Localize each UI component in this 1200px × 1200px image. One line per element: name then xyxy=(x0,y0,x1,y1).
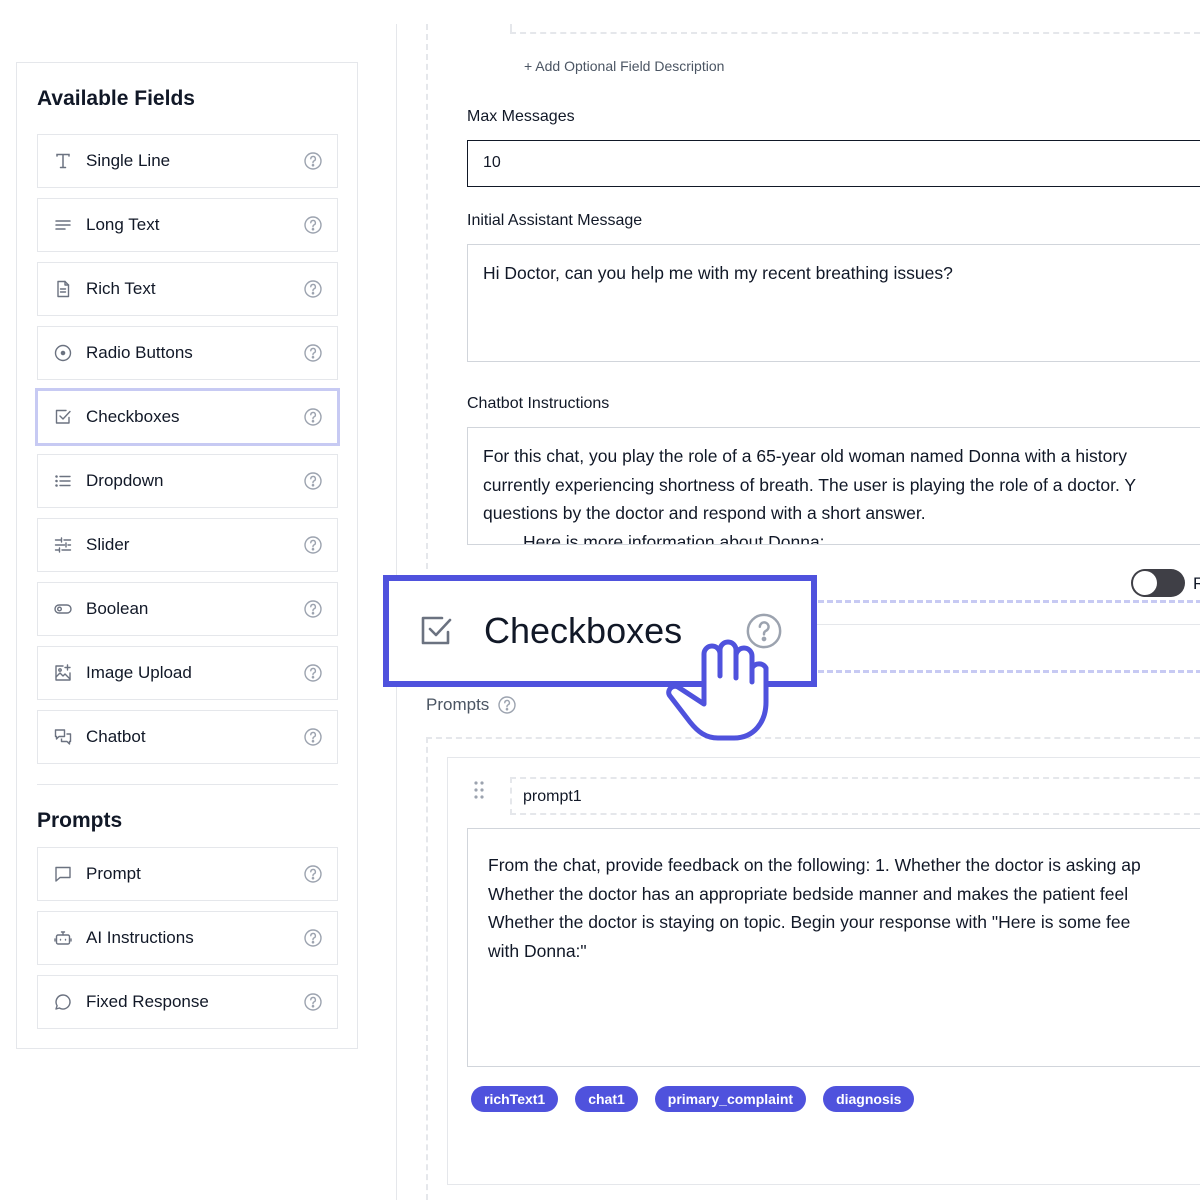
prompts-section-label: Prompts xyxy=(426,695,517,715)
field-item-ai-instructions[interactable]: AI Instructions xyxy=(37,911,338,965)
field-item-prompt[interactable]: Prompt xyxy=(37,847,338,901)
toggle-icon xyxy=(53,599,73,619)
help-circle-icon[interactable] xyxy=(303,471,323,491)
prompt-text-line: Whether the doctor has an appropriate be… xyxy=(488,883,1129,904)
toggle-label: R xyxy=(1193,574,1200,593)
available-fields-heading: Available Fields xyxy=(37,87,195,110)
field-item-long-text[interactable]: Long Text xyxy=(37,198,338,252)
grab-hand-cursor-icon xyxy=(666,639,769,741)
message-square-icon xyxy=(53,864,73,884)
field-item-single-line[interactable]: Single Line xyxy=(37,134,338,188)
field-label: Boolean xyxy=(86,599,149,618)
field-label: Chatbot xyxy=(86,727,146,746)
max-messages-label: Max Messages xyxy=(467,108,575,125)
variable-tag[interactable]: diagnosis xyxy=(823,1086,915,1112)
max-messages-input[interactable]: 10 xyxy=(467,140,1200,187)
robot-icon xyxy=(53,928,73,948)
field-label: Checkboxes xyxy=(86,407,180,426)
prompts-label-text: Prompts xyxy=(426,695,490,714)
help-circle-icon[interactable] xyxy=(303,151,323,171)
variable-tag[interactable]: chat1 xyxy=(575,1086,638,1112)
field-item-checkboxes[interactable]: Checkboxes xyxy=(35,388,340,446)
field-item-dropdown[interactable]: Dropdown xyxy=(37,454,338,508)
help-circle-icon[interactable] xyxy=(303,928,323,948)
help-circle-icon[interactable] xyxy=(303,992,323,1012)
drop-zone-line xyxy=(810,624,1200,625)
toggle-switch[interactable] xyxy=(1131,569,1185,597)
variable-tag[interactable]: richText1 xyxy=(471,1086,559,1112)
section-dashed-border xyxy=(426,24,428,569)
field-label: Rich Text xyxy=(86,279,156,298)
chat-bubbles-icon xyxy=(53,727,73,747)
message-circle-icon xyxy=(53,992,73,1012)
sidebar-divider xyxy=(37,784,338,785)
instructions-line: For this chat, you play the role of a 65… xyxy=(483,446,1127,466)
field-dashed-border xyxy=(510,32,1200,34)
field-item-slider[interactable]: Slider xyxy=(37,518,338,572)
field-label: AI Instructions xyxy=(86,928,194,947)
lines-icon xyxy=(53,215,73,235)
help-circle-icon[interactable] xyxy=(303,215,323,235)
field-item-image-upload[interactable]: Image Upload xyxy=(37,646,338,700)
prompt-textarea[interactable]: From the chat, provide feedback on the f… xyxy=(467,828,1200,1067)
checkbox-icon xyxy=(421,616,452,645)
field-label: Prompt xyxy=(86,864,141,883)
drop-zone[interactable] xyxy=(800,600,1200,673)
field-label: Image Upload xyxy=(86,663,192,682)
image-upload-icon xyxy=(53,663,73,683)
field-item-chatbot[interactable]: Chatbot xyxy=(37,710,338,764)
prompts-dashed-border xyxy=(426,737,428,1200)
field-label: Slider xyxy=(86,535,130,554)
field-item-fixed-response[interactable]: Fixed Response xyxy=(37,975,338,1029)
instructions-line: questions by the doctor and respond with… xyxy=(483,503,926,523)
drag-handle-icon[interactable] xyxy=(472,780,486,800)
help-circle-icon[interactable] xyxy=(303,663,323,683)
initial-message-textarea[interactable]: Hi Doctor, can you help me with my recen… xyxy=(467,244,1200,362)
available-fields-panel: Available Fields Single Line Long Text R… xyxy=(16,62,358,1049)
list-icon xyxy=(53,471,73,491)
variable-tags: richText1 chat1 primary_complaint diagno… xyxy=(471,1086,915,1112)
field-label: Long Text xyxy=(86,215,160,234)
initial-message-text: Hi Doctor, can you help me with my recen… xyxy=(483,263,953,283)
instructions-line: currently experiencing shortness of brea… xyxy=(483,474,1137,495)
prompt-text-line: with Donna:" xyxy=(488,940,587,961)
checkbox-icon xyxy=(53,407,73,427)
help-circle-icon[interactable] xyxy=(303,535,323,555)
field-item-radio-buttons[interactable]: Radio Buttons xyxy=(37,326,338,380)
chatbot-instructions-label: Chatbot Instructions xyxy=(467,395,610,412)
toggle-knob xyxy=(1133,571,1157,595)
help-circle-icon[interactable] xyxy=(303,864,323,884)
field-label: Single Line xyxy=(86,151,171,170)
text-t-icon xyxy=(53,151,73,171)
field-label: Dropdown xyxy=(86,471,164,490)
prompt-name-input[interactable]: prompt1 xyxy=(510,777,1200,815)
initial-message-label: Initial Assistant Message xyxy=(467,212,643,229)
radio-icon xyxy=(53,343,73,363)
instructions-line: Here is more information about Donna: xyxy=(523,531,825,545)
document-icon xyxy=(53,279,73,299)
help-circle-icon[interactable] xyxy=(303,407,323,427)
prompts-dashed-border xyxy=(426,737,1200,739)
prompt-text-line: Whether the doctor is staying on topic. … xyxy=(488,912,1131,932)
add-field-description-link[interactable]: + Add Optional Field Description xyxy=(524,58,724,74)
field-label: Fixed Response xyxy=(86,992,209,1011)
help-circle-icon[interactable] xyxy=(303,599,323,619)
chatbot-instructions-textarea[interactable]: For this chat, you play the role of a 65… xyxy=(467,427,1200,545)
help-circle-icon[interactable] xyxy=(303,343,323,363)
field-label: Radio Buttons xyxy=(86,343,193,362)
prompt-text-line: From the chat, provide feedback on the f… xyxy=(488,855,1141,875)
help-circle-icon[interactable] xyxy=(303,279,323,299)
field-item-boolean[interactable]: Boolean xyxy=(37,582,338,636)
help-circle-icon[interactable] xyxy=(497,695,517,715)
help-circle-icon[interactable] xyxy=(303,727,323,747)
prompts-heading: Prompts xyxy=(37,809,123,832)
variable-tag[interactable]: primary_complaint xyxy=(654,1086,807,1112)
sliders-icon xyxy=(53,535,73,555)
field-item-rich-text[interactable]: Rich Text xyxy=(37,262,338,316)
